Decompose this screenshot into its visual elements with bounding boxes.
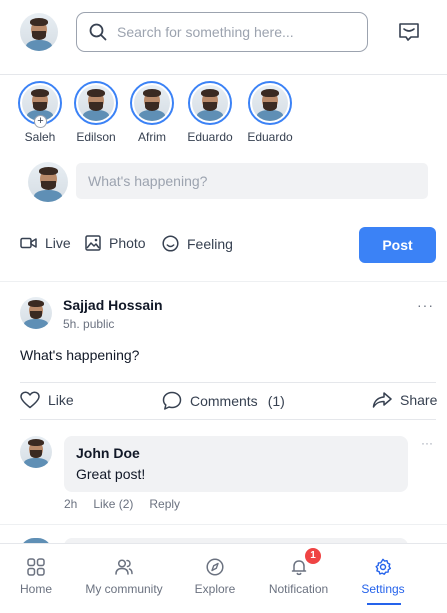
- story-avatar: [134, 85, 170, 121]
- post-author-avatar[interactable]: [20, 297, 52, 329]
- composer-input[interactable]: [76, 163, 428, 199]
- composer-avatar: [28, 162, 68, 202]
- comments-count: (1): [267, 393, 285, 409]
- image-icon: [85, 235, 101, 251]
- gear-icon: [375, 558, 391, 575]
- comment-meta: 2h Like (2) Reply: [64, 497, 196, 511]
- comment-bubble: John Doe Great post!: [64, 436, 408, 492]
- story-name: Eduardo: [187, 130, 233, 144]
- comment-time: 2h: [64, 497, 78, 511]
- message-icon[interactable]: [397, 20, 421, 44]
- search-bar[interactable]: [76, 12, 368, 52]
- share-label: Share: [400, 392, 438, 408]
- people-icon: [115, 559, 133, 575]
- section-divider: [0, 524, 447, 534]
- share-arrow-icon: [372, 392, 392, 408]
- comments-label: Comments: [190, 393, 258, 409]
- nav-explore-label: Explore: [194, 582, 236, 596]
- post-meta: 5h. public: [63, 317, 115, 331]
- nav-notification[interactable]: Notification: [267, 558, 330, 596]
- photo-label: Photo: [109, 235, 146, 251]
- add-story-icon[interactable]: +: [34, 115, 47, 128]
- nav-settings-label: Settings: [361, 582, 405, 596]
- comment-text: Great post!: [76, 466, 146, 482]
- nav-my-community-label: My community: [85, 582, 163, 596]
- live-button[interactable]: Live: [20, 235, 71, 251]
- notification-badge: 1: [305, 548, 321, 564]
- story-name: Afrim: [138, 130, 166, 144]
- live-label: Live: [45, 235, 71, 251]
- search-input[interactable]: [117, 24, 347, 40]
- user-avatar[interactable]: [20, 13, 58, 51]
- story-name: Edilson: [76, 130, 116, 144]
- like-label: Like: [48, 392, 74, 408]
- comment-more-icon[interactable]: ···: [421, 436, 433, 450]
- photo-button[interactable]: Photo: [85, 235, 146, 251]
- story-item[interactable]: Afrim: [122, 81, 182, 144]
- story-item[interactable]: Eduardo: [180, 81, 240, 144]
- bell-icon: [291, 560, 306, 576]
- story-avatar: [252, 85, 288, 121]
- stories-row: + Saleh Edilson Afrim Eduardo Eduardo: [0, 78, 447, 150]
- nav-settings[interactable]: Settings: [360, 558, 406, 596]
- post-action-bar: Like Comments (1) Share: [20, 382, 437, 420]
- story-name: Eduardo: [247, 130, 293, 144]
- top-header: [0, 0, 447, 75]
- nav-notification-label: Notification: [268, 582, 329, 596]
- story-name: Saleh: [24, 130, 56, 144]
- feeling-label: Feeling: [187, 235, 233, 252]
- comment-author-avatar[interactable]: [20, 436, 52, 468]
- post-more-icon[interactable]: ···: [417, 297, 434, 313]
- story-item[interactable]: Edilson: [66, 81, 126, 144]
- search-icon: [89, 23, 107, 41]
- comment-author-name[interactable]: John Doe: [76, 445, 396, 461]
- story-avatar: [192, 85, 228, 121]
- nav-explore[interactable]: Explore: [194, 558, 236, 596]
- comments-button[interactable]: Comments (1): [162, 391, 285, 411]
- smiley-icon: [162, 235, 179, 252]
- compass-icon: [206, 558, 224, 576]
- comment-reply-button[interactable]: Reply: [149, 497, 180, 511]
- story-item[interactable]: Eduardo: [240, 81, 300, 144]
- comment-like-button[interactable]: Like (2): [93, 497, 133, 511]
- bottom-navigation: Home My community Explore Notification S…: [0, 543, 447, 613]
- home-grid-icon: [27, 558, 45, 576]
- nav-home-label: Home: [20, 582, 53, 596]
- section-divider: [0, 281, 447, 291]
- story-item[interactable]: + Saleh: [10, 81, 70, 144]
- feeling-button[interactable]: Feeling: [162, 235, 233, 252]
- story-avatar: [78, 85, 114, 121]
- post-button[interactable]: Post: [359, 227, 436, 263]
- share-button[interactable]: Share: [372, 391, 437, 409]
- like-button[interactable]: Like: [20, 391, 74, 409]
- nav-my-community[interactable]: My community: [84, 558, 164, 596]
- video-camera-icon: [20, 237, 37, 249]
- nav-home[interactable]: Home: [20, 558, 52, 596]
- comment-bubble-icon: [162, 391, 182, 410]
- active-tab-indicator: [367, 603, 401, 605]
- post-body: What's happening?: [20, 347, 140, 363]
- heart-icon: [20, 391, 40, 409]
- post-author-name[interactable]: Sajjad Hossain: [63, 297, 163, 313]
